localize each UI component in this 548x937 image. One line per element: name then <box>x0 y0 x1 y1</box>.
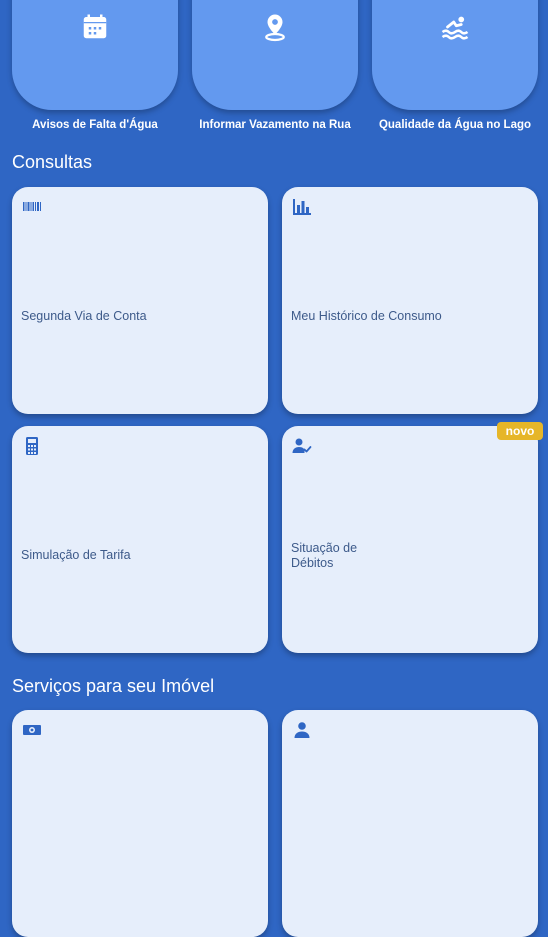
person-icon <box>294 722 310 738</box>
person-check-icon <box>292 438 312 453</box>
quick-action-label: Informar Vazamento na Rua <box>199 119 351 131</box>
card-label: Simulação de Tarifa <box>21 548 131 562</box>
card-label: Situação de Débitos <box>291 541 358 570</box>
card-simulacao-tarifa[interactable]: Simulação de Tarifa <box>12 426 268 653</box>
bar-chart-icon <box>293 199 311 215</box>
quick-action-button[interactable] <box>372 0 538 110</box>
card-servico-cadastro[interactable] <box>282 710 538 937</box>
card-situacao-debitos[interactable]: Situação de Débitos <box>282 426 538 653</box>
card-segunda-via[interactable]: Segunda Via de Conta <box>12 187 268 414</box>
money-icon <box>23 725 41 735</box>
quick-action-button[interactable] <box>192 0 358 110</box>
quick-action-button[interactable] <box>12 0 178 110</box>
section-title-consultas: Consultas <box>12 152 93 172</box>
quick-action-label: Avisos de Falta d'Água <box>32 119 158 131</box>
calculator-icon <box>26 437 38 455</box>
card-historico-consumo[interactable]: Meu Histórico de Consumo <box>282 187 538 414</box>
swimming-icon <box>441 16 469 40</box>
barcode-icon <box>23 202 41 211</box>
new-badge: novo <box>497 422 543 440</box>
section-title-servicos: Serviços para seu Imóvel <box>12 676 215 696</box>
card-label: Segunda Via de Conta <box>21 309 147 323</box>
calendar-icon <box>83 14 107 39</box>
location-pin-icon <box>265 14 285 42</box>
card-label: Meu Histórico de Consumo <box>291 309 442 323</box>
quick-action-label: Qualidade da Água no Lago <box>378 119 532 131</box>
card-servico-pagamento[interactable] <box>12 710 268 937</box>
